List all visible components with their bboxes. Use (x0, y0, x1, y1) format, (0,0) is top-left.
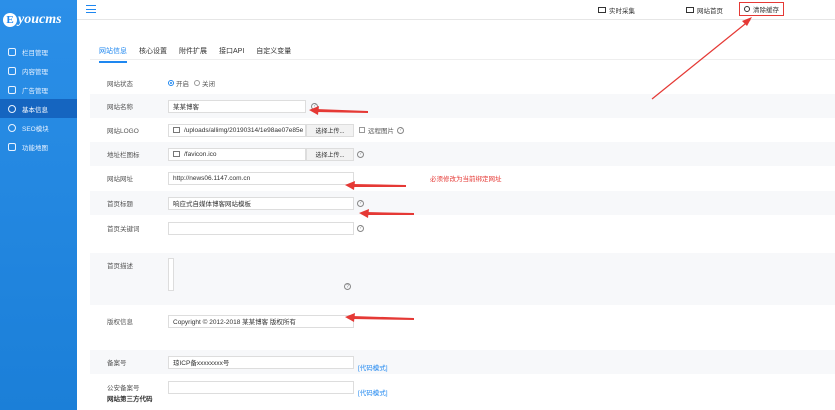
sidebar-item-map[interactable]: 功能地图 (0, 137, 77, 156)
tabs-divider (90, 59, 835, 60)
icp-textarea[interactable]: 琼ICP备xxxxxxxx号 (168, 355, 354, 369)
search-icon (8, 123, 16, 132)
status-off-radio[interactable]: 关闭 (194, 78, 215, 88)
home-title-label: 首页标题 (107, 201, 133, 208)
tab-core-settings[interactable]: 核心设置 (139, 46, 167, 63)
icp-label: 备案号 (107, 360, 127, 367)
home-keywords-input[interactable] (168, 221, 354, 235)
logo-path: /uploads/allimg/20190314/1e98ae07e85e (184, 126, 304, 134)
grid-icon (8, 47, 16, 56)
row-logo: 网站LOGO /uploads/allimg/20190314/1e98ae07… (90, 118, 835, 142)
row-site-url: 网站网址 http://news06.1147.com.cn 必须修改为当前绑定… (90, 166, 835, 190)
tab-api[interactable]: 接口API (219, 46, 244, 63)
favicon-upload-button[interactable]: 选择上传... (306, 147, 354, 161)
police-textarea[interactable] (168, 380, 354, 394)
sidebar-item-column[interactable]: 栏目管理 (0, 42, 77, 61)
row-icp: 备案号 琼ICP备xxxxxxxx号 [代码模式] (90, 350, 835, 374)
help-icon[interactable]: ? (357, 224, 364, 232)
sidebar-item-content[interactable]: 内容管理 (0, 61, 77, 80)
home-desc-label: 首页描述 (107, 263, 133, 270)
sidebar-item-label: 内容管理 (22, 68, 48, 76)
logo[interactable]: E youcms (0, 0, 77, 40)
remote-image-checkbox[interactable]: 远程图片 (359, 125, 394, 135)
collect-button[interactable]: 实时采集 (598, 4, 635, 15)
logo-upload-button[interactable]: 选择上传... (306, 123, 354, 137)
site-url-note: 必须修改为当前绑定网址 (430, 176, 502, 183)
row-site-name: 网站名称 某某博客 ? (90, 94, 835, 118)
site-name-input[interactable]: 某某博客 (168, 99, 306, 113)
tab-custom-vars[interactable]: 自定义变量 (256, 46, 291, 63)
sidebar-item-label: SEO模块 (22, 125, 49, 133)
monitor-icon (686, 6, 694, 13)
logo-label: 网站LOGO (107, 128, 139, 135)
monitor-icon (598, 6, 606, 13)
sidebar-item-basic-info[interactable]: 基本信息 (0, 99, 77, 118)
site-name-label: 网站名称 (107, 104, 133, 111)
row-favicon: 地址栏图标 /favicon.ico 选择上传... ? (90, 142, 835, 166)
copyright-label: 版权信息 (107, 319, 133, 326)
sidebar: E youcms 栏目管理 内容管理 广告管理 基本信息 SEO模块 功能地图 (0, 0, 77, 410)
site-home-button[interactable]: 网站首页 (686, 4, 723, 15)
refresh-icon (744, 6, 750, 12)
remote-image-label: 远程图片 (368, 128, 394, 135)
menu-toggle-icon[interactable] (86, 5, 96, 13)
help-icon[interactable]: ? (357, 150, 364, 158)
help-icon[interactable]: ? (311, 102, 318, 110)
icp-code-mode-link[interactable]: [代码模式] (358, 362, 388, 372)
row-police: 公安备案号 [代码模式] (90, 375, 835, 399)
document-icon (8, 66, 16, 75)
home-title-input[interactable]: 响应式自媒体博客网站模板 (168, 196, 354, 210)
tab-bar: 网站信息 核心设置 附件扩展 接口API 自定义变量 (99, 46, 291, 63)
image-icon (8, 85, 16, 94)
help-icon[interactable]: ? (344, 283, 351, 290)
tab-attachments[interactable]: 附件扩展 (179, 46, 207, 63)
map-icon (8, 142, 16, 151)
row-home-keywords: 首页关键词 ? (90, 216, 835, 240)
status-label: 网站状态 (107, 81, 133, 88)
topbar: 实时采集 网站首页 清除缓存 (77, 0, 835, 20)
collect-label: 实时采集 (609, 7, 635, 15)
home-keywords-label: 首页关键词 (107, 226, 140, 233)
status-on-radio[interactable]: 开启 (168, 78, 189, 88)
sidebar-item-label: 基本信息 (22, 106, 48, 114)
thirdparty-code-label: 网站第三方代码 (107, 396, 153, 403)
status-off-label: 关闭 (202, 81, 215, 88)
favicon-path: /favicon.ico (184, 150, 217, 158)
sidebar-item-label: 广告管理 (22, 87, 48, 95)
status-on-label: 开启 (176, 81, 189, 88)
radio-icon (194, 80, 200, 86)
main-content: 网站信息 核心设置 附件扩展 接口API 自定义变量 网站状态 开启 关闭 网站… (77, 20, 835, 410)
row-status: 网站状态 开启 关闭 (90, 71, 835, 95)
home-desc-textarea[interactable] (168, 258, 174, 291)
help-icon[interactable]: ? (397, 126, 404, 134)
logo-input[interactable]: /uploads/allimg/20190314/1e98ae07e85e (168, 123, 306, 137)
tab-site-info[interactable]: 网站信息 (99, 46, 127, 63)
sidebar-item-label: 功能地图 (22, 144, 48, 152)
favicon-input[interactable]: /favicon.ico (168, 147, 306, 161)
sidebar-item-seo[interactable]: SEO模块 (0, 118, 77, 137)
row-home-title: 首页标题 响应式自媒体博客网站模板 ? (90, 191, 835, 215)
row-home-desc: 首页描述 (90, 253, 835, 305)
site-home-label: 网站首页 (697, 7, 723, 15)
favicon-label: 地址栏图标 (107, 152, 140, 159)
logo-text: youcms (18, 12, 62, 27)
sidebar-item-label: 栏目管理 (22, 49, 48, 57)
row-copyright: 版权信息 Copyright © 2012-2018 某某博客 版权所有 (90, 308, 835, 334)
clear-cache-button[interactable]: 清除缓存 (739, 2, 784, 16)
logo-badge: E (3, 13, 17, 27)
checkbox-icon (359, 127, 365, 133)
radio-checked-icon (168, 80, 174, 86)
police-label: 公安备案号 (107, 385, 140, 392)
gear-icon (8, 104, 16, 113)
site-url-label: 网站网址 (107, 176, 133, 183)
police-code-mode-link[interactable]: [代码模式] (358, 387, 388, 397)
image-icon (173, 127, 180, 133)
clear-cache-label: 清除缓存 (753, 7, 779, 14)
image-icon (173, 151, 180, 157)
copyright-textarea[interactable]: Copyright © 2012-2018 某某博客 版权所有 (168, 314, 354, 328)
help-icon[interactable]: ? (357, 199, 364, 207)
sidebar-item-ads[interactable]: 广告管理 (0, 80, 77, 99)
site-url-input[interactable]: http://news06.1147.com.cn (168, 171, 354, 185)
